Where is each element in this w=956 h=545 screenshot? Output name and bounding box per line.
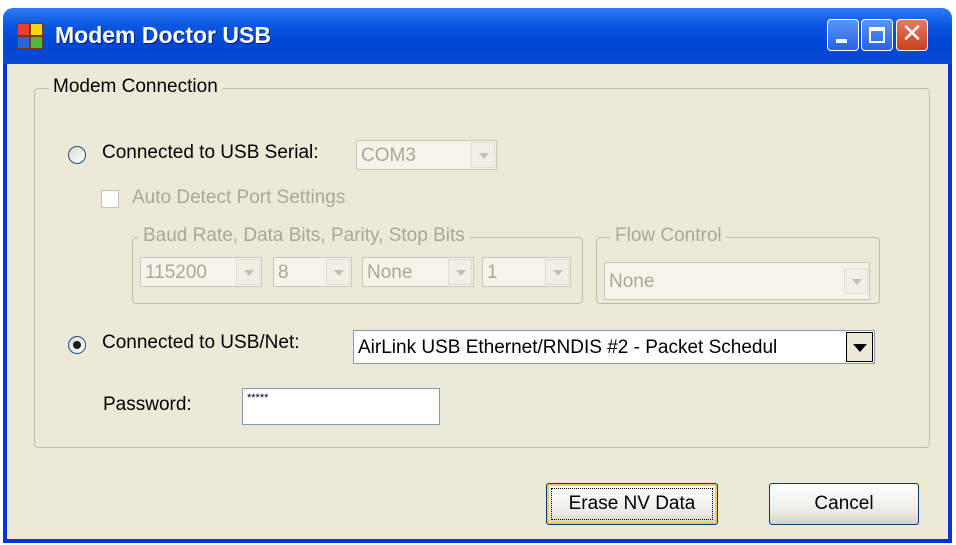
stop-bits-value: 1 xyxy=(487,262,498,283)
data-bits-value: 8 xyxy=(278,262,289,283)
erase-nv-data-button[interactable]: Erase NV Data xyxy=(546,483,718,525)
baud-rate-value: 115200 xyxy=(145,262,207,283)
usb-net-radio[interactable] xyxy=(68,336,86,354)
password-label: Password: xyxy=(103,394,192,415)
chevron-down-icon xyxy=(844,268,868,294)
window-title: Modem Doctor USB xyxy=(55,22,271,48)
chevron-down-icon xyxy=(545,259,569,285)
network-adapter-value: AirLink USB Ethernet/RNDIS #2 - Packet S… xyxy=(358,337,778,358)
data-bits-select: 8 xyxy=(273,257,352,287)
maximize-button[interactable] xyxy=(861,19,893,51)
title-bar[interactable]: Modem Doctor USB ✕ xyxy=(3,8,952,64)
com-port-select: COM3 xyxy=(356,140,497,170)
chevron-down-icon[interactable] xyxy=(846,332,873,362)
chevron-down-icon xyxy=(236,259,260,285)
parity-select: None xyxy=(362,257,474,287)
parity-value: None xyxy=(367,262,413,283)
radio-selected-dot xyxy=(73,341,81,349)
maximize-icon xyxy=(869,27,885,43)
stop-bits-select: 1 xyxy=(482,257,571,287)
close-icon: ✕ xyxy=(901,19,923,49)
chevron-down-icon xyxy=(326,259,350,285)
flow-control-label: Flow Control xyxy=(611,225,726,247)
modem-connection-label: Modem Connection xyxy=(49,76,222,98)
password-field[interactable] xyxy=(242,388,440,425)
auto-detect-label: Auto Detect Port Settings xyxy=(132,187,346,208)
chevron-down-icon xyxy=(448,259,472,285)
port-settings-label: Baud Rate, Data Bits, Parity, Stop Bits xyxy=(139,225,469,247)
flow-control-value: None xyxy=(609,271,655,292)
usb-serial-label[interactable]: Connected to USB Serial: xyxy=(102,142,319,164)
focus-rectangle xyxy=(551,488,713,520)
network-adapter-select[interactable]: AirLink USB Ethernet/RNDIS #2 - Packet S… xyxy=(353,330,875,364)
app-icon xyxy=(17,23,43,49)
flow-control-select: None xyxy=(604,262,870,300)
usb-serial-radio[interactable] xyxy=(68,146,86,164)
com-port-value: COM3 xyxy=(361,145,416,166)
cancel-label: Cancel xyxy=(814,493,874,514)
chevron-down-icon xyxy=(471,142,495,168)
usb-net-label[interactable]: Connected to USB/Net: xyxy=(102,332,300,354)
close-button[interactable]: ✕ xyxy=(896,19,928,51)
minimize-icon xyxy=(836,39,847,43)
cancel-button[interactable]: Cancel xyxy=(769,483,919,525)
baud-rate-select: 115200 xyxy=(140,257,262,287)
auto-detect-checkbox xyxy=(101,190,119,208)
minimize-button[interactable] xyxy=(827,19,859,51)
